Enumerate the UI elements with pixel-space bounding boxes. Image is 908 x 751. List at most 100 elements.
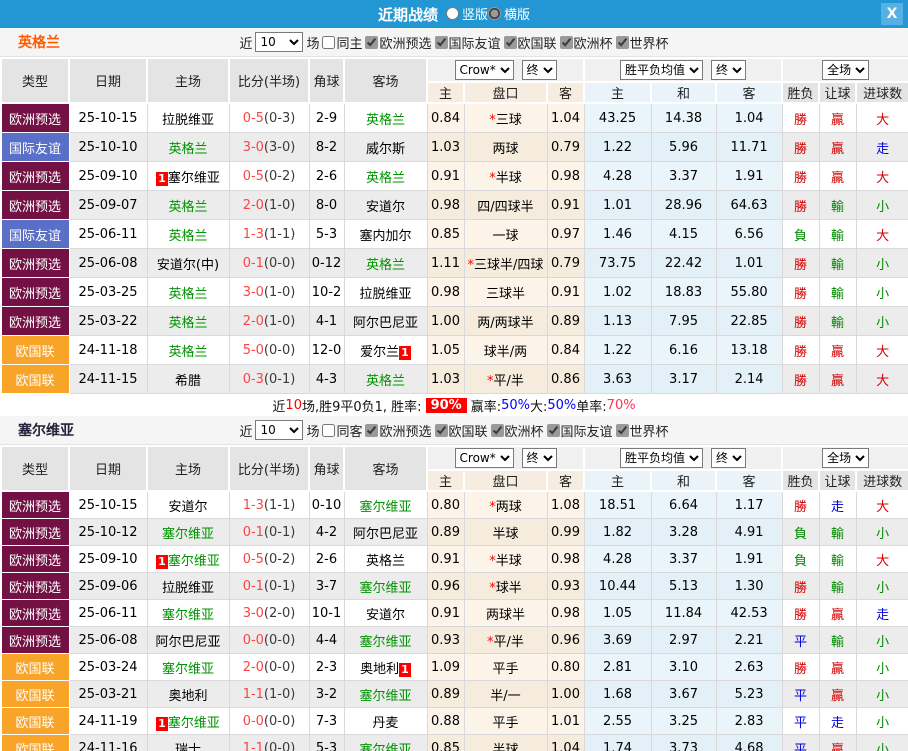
- match-date: 25-10-10: [68, 132, 148, 162]
- column-header: 类型: [0, 445, 70, 492]
- corners: 4-4: [308, 626, 345, 654]
- same-venue-checkbox[interactable]: [322, 423, 336, 437]
- fulltime-score: 5-0: [242, 342, 264, 358]
- avg-stage-select[interactable]: 终: [711, 448, 747, 468]
- same-venue-checkbox[interactable]: [322, 35, 336, 49]
- handicap-line: 两/两球半: [463, 306, 548, 336]
- league-filter-checkbox[interactable]: [546, 423, 560, 437]
- recent-count-select[interactable]: 10: [255, 420, 304, 440]
- result-goals: 走: [855, 132, 908, 162]
- avg-draw: 3.73: [650, 734, 717, 751]
- result-goals: 小: [855, 306, 908, 336]
- scope-select[interactable]: 全场: [822, 448, 870, 468]
- result-handicap-text: 走: [831, 499, 845, 515]
- match-type-badge: 国际友谊: [0, 219, 70, 249]
- corners: 3-7: [308, 572, 345, 600]
- match-row: 欧洲预选 25-10-15 拉脱维亚 0-5(0-3) 2-9 英格兰 0.84 *三球 1.0…: [0, 102, 908, 133]
- result-goals: 小: [855, 734, 908, 751]
- avg-win: 43.25: [583, 102, 652, 133]
- away-team: 塞尔维亚: [343, 626, 428, 654]
- result-wdl-text: 負: [794, 526, 808, 542]
- odds-company-select[interactable]: Crow*: [454, 448, 514, 468]
- fulltime-score: 3-0: [242, 605, 264, 621]
- subcolumn-header: 进球数: [855, 81, 908, 104]
- odds-away: 0.98: [546, 599, 585, 627]
- result-wdl: 平: [781, 707, 820, 735]
- avg-lose: 22.85: [715, 306, 783, 336]
- team-name-text: 英格兰: [365, 257, 405, 273]
- team-name: 塞尔维亚: [18, 423, 74, 439]
- team-name-text: 英格兰: [168, 199, 208, 215]
- team-promotion-badge: 1: [399, 662, 411, 677]
- away-team: 拉脱维亚: [343, 277, 428, 307]
- corners: 5-3: [308, 734, 345, 751]
- view-mode-radio[interactable]: [488, 7, 501, 20]
- result-wdl: 勝: [781, 248, 820, 278]
- match-row: 欧国联 24-11-18 英格兰 5-0(0-0) 12-0 爱尔兰 1 1.05 球半/两 0.…: [0, 335, 908, 365]
- handicap-line: 球半/两: [463, 335, 548, 365]
- score: 3-0(3-0): [228, 132, 310, 162]
- avg-draw: 22.42: [650, 248, 717, 278]
- odds-company-select[interactable]: Crow*: [454, 60, 514, 80]
- away-team: 塞尔维亚: [343, 680, 428, 708]
- result-handicap: 輸: [818, 190, 857, 220]
- subcolumn-header: 客: [545, 81, 586, 104]
- close-button[interactable]: X: [881, 3, 903, 25]
- league-filter-checkbox[interactable]: [434, 35, 448, 49]
- match-date: 25-09-10: [68, 161, 148, 191]
- result-goals-text: 走: [876, 141, 890, 157]
- avg-odds-select[interactable]: 胜平负均值: [620, 60, 704, 80]
- avg-stage-select[interactable]: 终: [711, 60, 747, 80]
- avg-win: 3.69: [583, 626, 652, 654]
- halftime-score: (0-1): [263, 578, 296, 594]
- result-wdl-text: 勝: [794, 373, 808, 389]
- league-filter-checkbox[interactable]: [559, 35, 573, 49]
- corners: 5-3: [308, 219, 345, 249]
- filter-bar: 塞尔维亚 近 10 场同客 欧洲预选 欧国联 欧洲杯 国际友谊 世界杯: [0, 416, 908, 445]
- result-wdl: 勝: [781, 132, 820, 162]
- handicap-line: *平/半: [463, 364, 548, 394]
- match-row: 欧洲预选 25-06-08 阿尔巴尼亚 0-0(0-0) 4-4 塞尔维亚 0.93 *平/半…: [0, 626, 908, 654]
- league-filter: 欧洲预选: [365, 421, 432, 440]
- fulltime-score: 3-0: [242, 284, 264, 300]
- avg-lose: 55.80: [715, 277, 783, 307]
- result-goals: 小: [855, 190, 908, 220]
- home-team: 1 塞尔维亚: [146, 161, 230, 191]
- result-handicap: 輸: [818, 626, 857, 654]
- away-team: 塞尔维亚: [343, 490, 428, 519]
- result-goals: 小: [855, 518, 908, 546]
- match-type-badge: 欧国联: [0, 680, 70, 708]
- avg-win: 1.46: [583, 219, 652, 249]
- league-filter: 国际友谊: [434, 33, 501, 52]
- header-dropdowns: 胜平负均值终: [583, 445, 784, 471]
- team-name-text: 塞尔维亚: [167, 715, 220, 731]
- league-filter-checkbox[interactable]: [365, 423, 379, 437]
- match-type-badge: 欧洲预选: [0, 161, 70, 191]
- avg-odds-select[interactable]: 胜平负均值: [620, 448, 704, 468]
- recent-count-select[interactable]: 10: [255, 32, 304, 52]
- league-filter-checkbox[interactable]: [365, 35, 379, 49]
- away-team: 英格兰: [343, 364, 428, 394]
- avg-draw: 6.16: [650, 335, 717, 365]
- league-filter-checkbox[interactable]: [434, 423, 448, 437]
- league-filter-checkbox[interactable]: [503, 35, 517, 49]
- result-handicap-text: 贏: [831, 141, 845, 157]
- league-filter-checkbox[interactable]: [615, 35, 629, 49]
- score: 2-0(1-0): [228, 190, 310, 220]
- dropdown-group: 胜平负均值终: [585, 448, 781, 468]
- league-filter-checkbox[interactable]: [490, 423, 504, 437]
- team-sections: 英格兰近 10 场同主 欧洲预选 国际友谊 欧国联 欧洲杯 世界杯 类型 日期 主场 比分(半场) 角球…: [0, 28, 908, 751]
- odds-stage-select[interactable]: 终: [521, 448, 557, 468]
- odds-stage-select[interactable]: 终: [521, 60, 557, 80]
- view-mode-radio[interactable]: [445, 7, 459, 20]
- dropdown-group: Crow* 终: [428, 60, 583, 80]
- column-header: 角球: [308, 57, 345, 104]
- handicap-line: 四/四球半: [463, 190, 548, 220]
- serbia-matches-table: 类型 日期 主场 比分(半场) 角球 客场 Crow* 终胜平负均值终全场主盘口客主和客胜负让…: [0, 445, 908, 751]
- handicap-line: 三球半: [463, 277, 548, 307]
- scope-select[interactable]: 全场: [822, 60, 870, 80]
- home-team: 希腊: [146, 364, 230, 394]
- team-promotion-badge: 1: [399, 345, 411, 360]
- league-filter-checkbox[interactable]: [615, 423, 629, 437]
- result-goals: 小: [855, 653, 908, 681]
